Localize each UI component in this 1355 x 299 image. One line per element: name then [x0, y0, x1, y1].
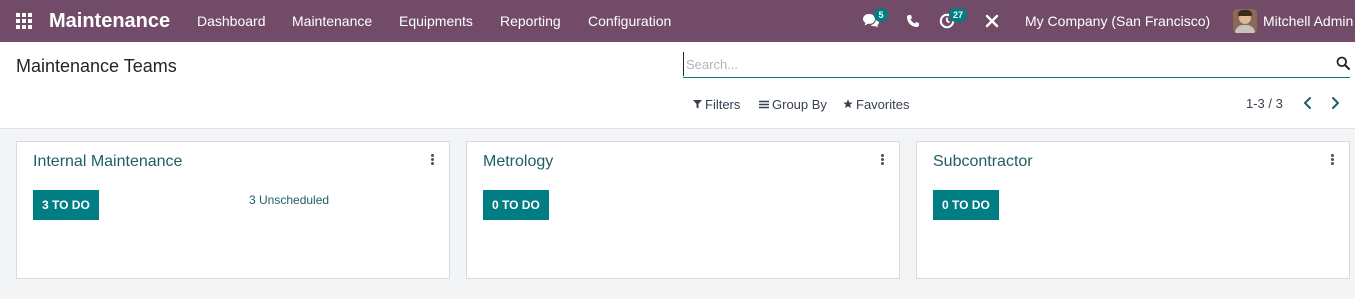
todo-button[interactable]: 0 TO DO	[483, 190, 549, 220]
team-name[interactable]: Subcontractor	[933, 153, 1033, 171]
chevron-right-icon[interactable]	[1328, 94, 1342, 112]
filters-button[interactable]: Filters	[693, 96, 740, 112]
vertical-dots-icon[interactable]	[881, 154, 885, 168]
unscheduled-link[interactable]: 3 Unscheduled	[249, 193, 329, 207]
chat-count-badge: 5	[874, 8, 888, 22]
activity-count-badge: 27	[949, 8, 968, 22]
groupby-button[interactable]: Group By	[759, 96, 827, 112]
filter-icon	[693, 99, 702, 109]
company-switcher[interactable]: My Company (San Francisco)	[1025, 0, 1210, 42]
favorites-label: Favorites	[856, 96, 910, 112]
team-name[interactable]: Metrology	[483, 153, 553, 171]
search-input[interactable]	[683, 52, 1323, 76]
vertical-dots-icon[interactable]	[431, 154, 435, 168]
main-navbar: Maintenance Dashboard Maintenance Equipm…	[0, 0, 1355, 42]
groupby-label: Group By	[772, 96, 827, 112]
vertical-dots-icon[interactable]	[1331, 154, 1335, 168]
menu-configuration[interactable]: Configuration	[588, 0, 671, 42]
filters-label: Filters	[705, 96, 741, 112]
favorites-button[interactable]: Favorites	[843, 96, 909, 112]
app-brand[interactable]: Maintenance	[49, 0, 170, 42]
user-menu[interactable]: Mitchell Admin	[1233, 0, 1353, 42]
user-avatar	[1233, 9, 1257, 33]
debug-tools-icon[interactable]	[985, 0, 1001, 42]
control-panel: Maintenance Teams Filters Group By Favor…	[0, 42, 1355, 129]
search-icon[interactable]	[1336, 56, 1350, 70]
menu-reporting[interactable]: Reporting	[500, 0, 561, 42]
team-card[interactable]: Metrology 0 TO DO	[466, 141, 900, 279]
team-card[interactable]: Internal Maintenance 3 TO DO 3 Unschedul…	[16, 141, 450, 279]
todo-button[interactable]: 0 TO DO	[933, 190, 999, 220]
phone-icon[interactable]	[906, 0, 922, 42]
apps-menu-icon[interactable]	[16, 0, 34, 42]
menu-maintenance[interactable]: Maintenance	[292, 0, 372, 42]
chevron-left-icon[interactable]	[1301, 94, 1315, 112]
team-card[interactable]: Subcontractor 0 TO DO	[916, 141, 1350, 279]
todo-button[interactable]: 3 TO DO	[33, 190, 99, 220]
team-name[interactable]: Internal Maintenance	[33, 153, 182, 171]
menu-dashboard[interactable]: Dashboard	[197, 0, 266, 42]
user-name: Mitchell Admin	[1263, 13, 1354, 29]
star-icon	[843, 99, 853, 109]
menu-equipments[interactable]: Equipments	[399, 0, 473, 42]
list-icon	[759, 100, 769, 109]
pager-value[interactable]: 1-3 / 3	[1246, 96, 1283, 111]
page-title: Maintenance Teams	[16, 56, 177, 76]
search-bar	[683, 52, 1350, 78]
